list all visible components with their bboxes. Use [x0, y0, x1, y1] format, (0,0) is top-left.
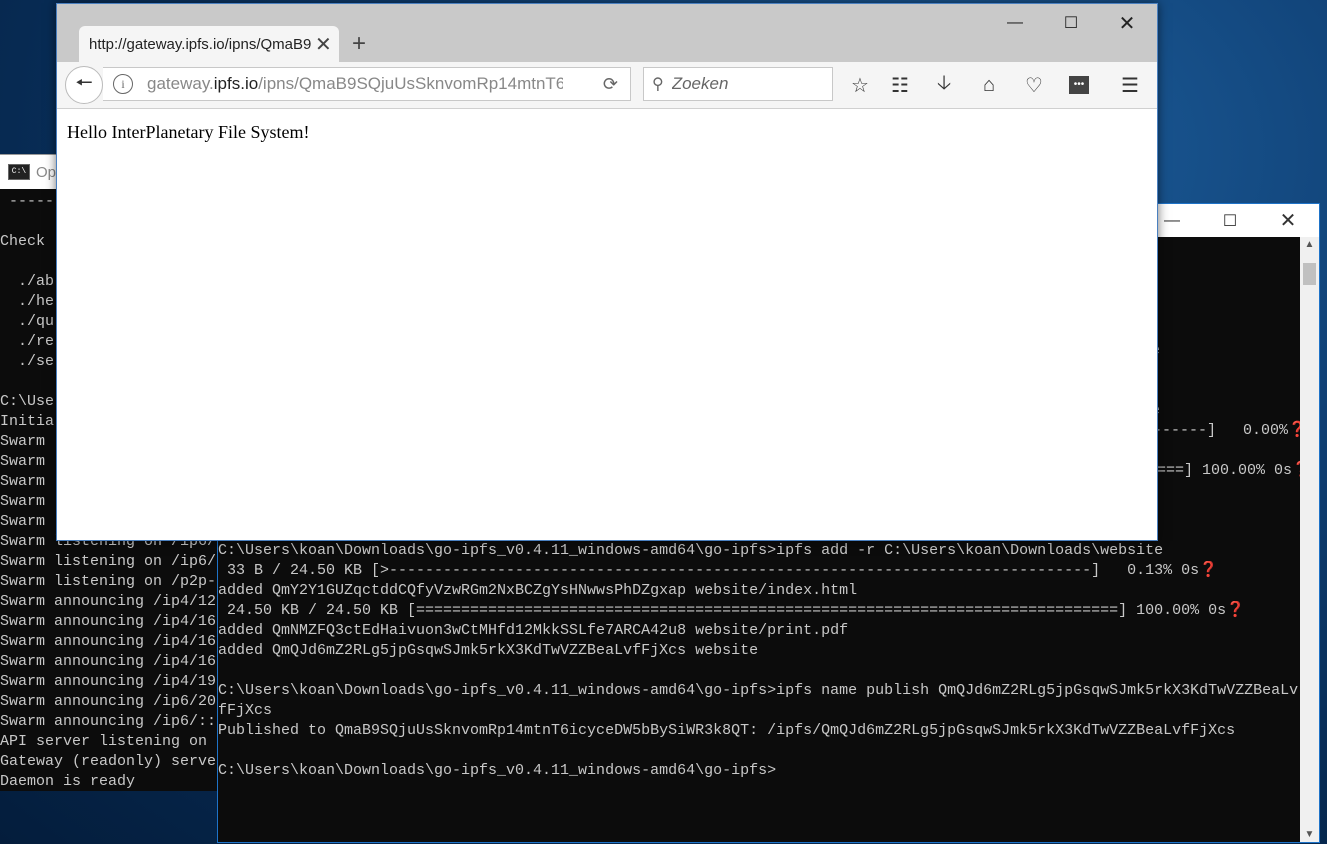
maximize-button[interactable]: ☐ [1043, 4, 1099, 42]
nav-toolbar: 🠔 i gateway.ipfs.io/ipns/QmaB9SQjuUsSknv… [57, 62, 1157, 109]
url-domain: ipfs.io [213, 74, 259, 93]
bookmark-star-button[interactable]: ☆ [846, 72, 874, 98]
close-icon: ✕ [1118, 12, 1136, 35]
scrollbar-thumb[interactable] [1303, 263, 1316, 285]
back-arrow-icon: 🠔 [75, 72, 93, 94]
scroll-down-icon[interactable]: ▼ [1300, 829, 1319, 840]
new-tab-button[interactable]: + [352, 30, 366, 58]
terminal-line: Swarm announcing /ip6/:: [0, 713, 217, 730]
terminal-line: C:\Users\koan\Downloads\go-ipfs_v0.4.11_… [218, 762, 777, 779]
terminal-line: Daemon is ready [0, 773, 136, 790]
downloads-button[interactable]: 🡣 [930, 72, 958, 98]
info-icon[interactable]: i [113, 74, 133, 94]
url-domain-prefix: gateway. [147, 74, 214, 93]
pocket-icon: ♡ [1025, 74, 1043, 97]
terminal-line: Swarm announcing /ip4/12 [0, 593, 217, 610]
terminal-line: Swarm announcing /ip6/20 [0, 693, 217, 710]
search-icon: ⚲ [652, 76, 664, 93]
terminal-line: 24.50 KB / 24.50 KB [===================… [218, 602, 1245, 619]
scrollbar[interactable]: ▲ ▼ [1300, 237, 1319, 842]
tab-close-icon[interactable]: ✕ [315, 32, 332, 57]
terminal-line: C:\Users\koan\Downloads\go-ipfs_v0.4.11_… [218, 682, 1299, 699]
terminal-line: Swarm listening on /ip6/ [0, 553, 217, 570]
minimize-icon: — [1007, 14, 1023, 31]
terminal-line: Gateway (readonly) serve [0, 753, 217, 770]
extension-button[interactable]: ••• [1065, 72, 1093, 98]
cmd-app-icon: C:\ [8, 164, 30, 180]
maximize-icon: ☐ [1063, 15, 1079, 32]
close-icon: ✕ [1279, 210, 1297, 232]
menu-icon: ☰ [1121, 74, 1139, 97]
star-icon: ☆ [851, 74, 869, 97]
back-button[interactable]: 🠔 [65, 66, 103, 104]
cmd-left-title: Op [36, 163, 57, 181]
url-bar[interactable]: i gateway.ipfs.io/ipns/QmaB9SQjuUsSknvom… [103, 67, 631, 101]
extension-icon: ••• [1069, 76, 1089, 94]
browser-tab[interactable]: http://gateway.ipfs.io/ipns/QmaB9SQjuUsS… [79, 26, 339, 62]
terminal-line: C:\Users\koan\Downloads\go-ipfs_v0.4.11_… [218, 542, 1164, 559]
browser-window[interactable]: http://gateway.ipfs.io/ipns/QmaB9SQjuUsS… [56, 3, 1158, 541]
home-icon: ⌂ [982, 73, 996, 96]
terminal-fragment: ------] 0.00%❓ [1153, 422, 1307, 439]
page-content: Hello InterPlanetary File System! [57, 109, 1157, 540]
reload-icon[interactable]: ⟳ [603, 74, 618, 95]
url-path: /ipns/QmaB9SQjuUsSknvomRp14mtnT6icyceDW5… [258, 74, 563, 93]
terminal-line: Swarm announcing /ip4/16 [0, 613, 217, 630]
terminal-line: added QmNMZFQ3ctEdHaivuon3wCtMHfd12MkkSS… [218, 622, 849, 639]
minimize-icon: — [1164, 211, 1180, 229]
page-text: Hello InterPlanetary File System! [67, 122, 310, 142]
terminal-fragment: ===] 100.00% 0s❓ [1157, 462, 1311, 479]
maximize-button[interactable]: ☐ [1201, 204, 1259, 237]
terminal-line: fFjXcs [218, 702, 273, 719]
terminal-line: added QmY2Y1GUZqctddCQfyVzwRGm2NxBCZgYsH… [218, 582, 858, 599]
menu-button[interactable]: ☰ [1116, 72, 1144, 98]
terminal-line: added QmQJd6mZ2RLg5jpGsqwSJmk5rkX3KdTwVZ… [218, 642, 759, 659]
pocket-button[interactable]: ♡ [1020, 72, 1048, 98]
close-button[interactable]: ✕ [1099, 4, 1155, 42]
tab-title: http://gateway.ipfs.io/ipns/QmaB9SQjuUsS… [89, 35, 311, 53]
scroll-up-icon[interactable]: ▲ [1300, 239, 1319, 250]
home-button[interactable]: ⌂ [975, 72, 1003, 98]
cmd-right-output: C:\Users\koan\Downloads\go-ipfs_v0.4.11_… [218, 541, 1299, 781]
terminal-line: Swarm listening on /p2p- [0, 573, 217, 590]
terminal-line: 33 B / 24.50 KB [>----------------------… [218, 562, 1218, 579]
terminal-line: Published to QmaB9SQjuUsSknvomRp14mtnT6i… [218, 722, 1236, 739]
terminal-line: Swarm announcing /ip4/16 [0, 633, 217, 650]
search-input[interactable] [669, 73, 824, 95]
maximize-icon: ☐ [1222, 212, 1238, 230]
terminal-line: API server listening on [0, 733, 217, 750]
url-text[interactable]: gateway.ipfs.io/ipns/QmaB9SQjuUsSknvomRp… [147, 74, 563, 94]
terminal-line: Swarm announcing /ip4/19 [0, 673, 217, 690]
terminal-line: Swarm announcing /ip4/16 [0, 653, 217, 670]
reader-view-icon: ☷ [891, 74, 909, 97]
reader-view-button[interactable]: ☷ [886, 72, 914, 98]
minimize-button[interactable]: — [987, 4, 1043, 42]
tab-strip: http://gateway.ipfs.io/ipns/QmaB9SQjuUsS… [57, 4, 1157, 62]
search-box[interactable]: ⚲ [643, 67, 833, 101]
download-icon: 🡣 [936, 72, 952, 94]
close-button[interactable]: ✕ [1259, 204, 1317, 237]
